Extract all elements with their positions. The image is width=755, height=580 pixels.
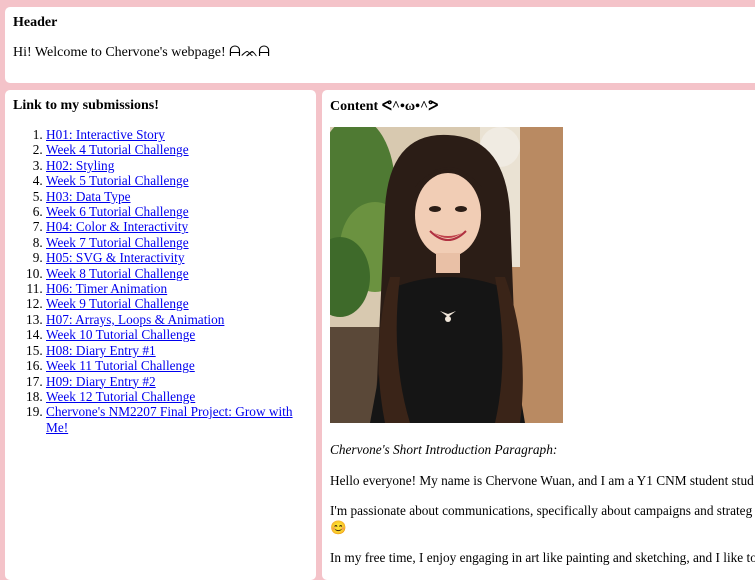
submission-link[interactable]: H04: Color & Interactivity (46, 219, 188, 234)
list-item: H06: Timer Animation (46, 281, 308, 296)
submission-link[interactable]: H07: Arrays, Loops & Animation (46, 312, 224, 327)
smile-emoji: 😊 (330, 519, 755, 536)
header-panel: Header Hi! Welcome to Chervone's webpage… (5, 7, 755, 83)
submission-link[interactable]: Week 11 Tutorial Challenge (46, 358, 195, 373)
submission-link[interactable]: Week 8 Tutorial Challenge (46, 266, 189, 281)
submission-link[interactable]: Week 12 Tutorial Challenge (46, 389, 195, 404)
list-item: Week 9 Tutorial Challenge (46, 296, 308, 311)
content-panel: Content ᕙ^•ω•^ᕗ Chervone's Short Introdu… (322, 90, 755, 580)
submission-link[interactable]: Week 9 Tutorial Challenge (46, 296, 189, 311)
intro-paragraph-3: In my free time, I enjoy engaging in art… (330, 550, 755, 565)
final-project-link[interactable]: Chervone's NM2207 Final Project: Grow wi… (46, 404, 293, 434)
intro-paragraph-2-text: I'm passionate about communications, spe… (330, 503, 753, 518)
submission-link[interactable]: H05: SVG & Interactivity (46, 250, 185, 265)
submission-link[interactable]: H01: Interactive Story (46, 127, 165, 142)
submission-link[interactable]: H09: Diary Entry #2 (46, 374, 156, 389)
profile-photo (330, 127, 563, 423)
list-item: Week 6 Tutorial Challenge (46, 204, 308, 219)
submission-link[interactable]: Week 10 Tutorial Challenge (46, 327, 195, 342)
list-item: H05: SVG & Interactivity (46, 250, 308, 265)
list-item: H04: Color & Interactivity (46, 219, 308, 234)
submission-link[interactable]: H08: Diary Entry #1 (46, 343, 156, 358)
intro-title: Chervone's Short Introduction Paragraph: (330, 442, 558, 457)
intro-paragraph-1: Hello everyone! My name is Chervone Wuan… (330, 473, 754, 488)
smile-icon: 😊 (330, 520, 347, 535)
list-item: H08: Diary Entry #1 (46, 343, 308, 358)
submission-link[interactable]: H03: Data Type (46, 189, 131, 204)
submission-link[interactable]: Week 6 Tutorial Challenge (46, 204, 189, 219)
welcome-text: Hi! Welcome to Chervone's webpage! ᗩᨏᗩ (13, 45, 270, 60)
list-item: Week 12 Tutorial Challenge (46, 389, 308, 404)
submission-list: H01: Interactive Story Week 4 Tutorial C… (13, 127, 308, 435)
list-item: Week 11 Tutorial Challenge (46, 358, 308, 373)
submission-link[interactable]: H06: Timer Animation (46, 281, 167, 296)
list-item: H01: Interactive Story (46, 127, 308, 142)
submissions-sidebar: Link to my submissions! H01: Interactive… (5, 90, 316, 580)
list-item: Chervone's NM2207 Final Project: Grow wi… (46, 404, 308, 435)
list-item: H03: Data Type (46, 189, 308, 204)
list-item: H07: Arrays, Loops & Animation (46, 312, 308, 327)
list-item: H09: Diary Entry #2 (46, 374, 308, 389)
list-item: Week 7 Tutorial Challenge (46, 235, 308, 250)
list-item: Week 10 Tutorial Challenge (46, 327, 308, 342)
submission-link[interactable]: Week 5 Tutorial Challenge (46, 173, 189, 188)
list-item: H02: Styling (46, 158, 308, 173)
profile-photo-illustration (330, 127, 563, 423)
list-item: Week 4 Tutorial Challenge (46, 142, 308, 157)
header-title: Header (13, 15, 58, 30)
sidebar-title: Link to my submissions! (13, 98, 159, 113)
list-item: Week 5 Tutorial Challenge (46, 173, 308, 188)
submission-link[interactable]: Week 4 Tutorial Challenge (46, 142, 189, 157)
intro-paragraph-2: I'm passionate about communications, spe… (330, 502, 755, 519)
submission-link[interactable]: Week 7 Tutorial Challenge (46, 235, 189, 250)
content-title: Content ᕙ^•ω•^ᕗ (330, 99, 439, 114)
submission-link[interactable]: H02: Styling (46, 158, 114, 173)
list-item: Week 8 Tutorial Challenge (46, 266, 308, 281)
